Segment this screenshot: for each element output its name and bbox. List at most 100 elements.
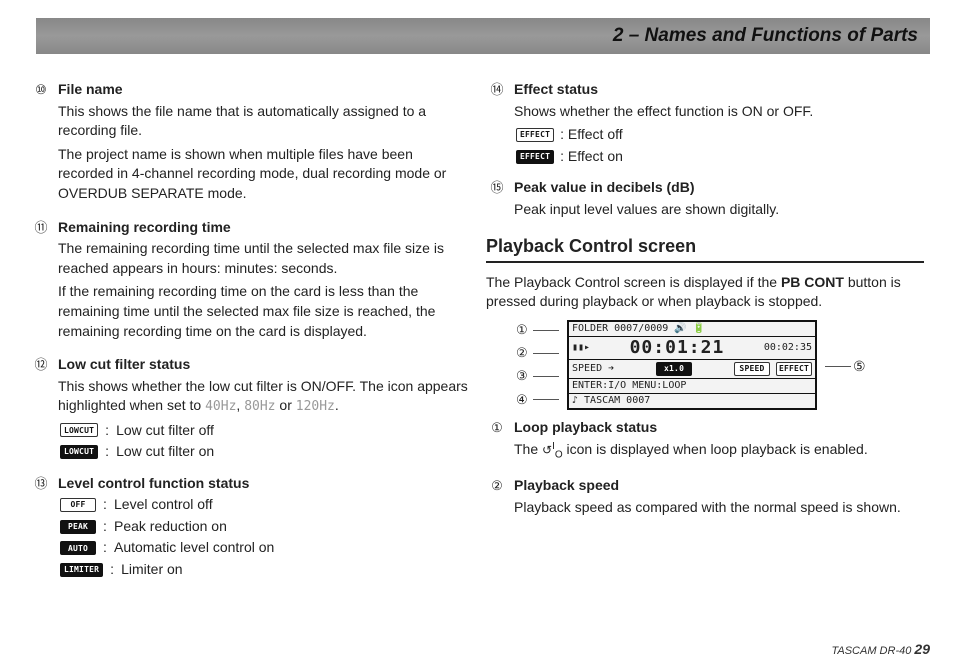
callout-marker: ① xyxy=(516,321,559,339)
item-marker: ⑮ xyxy=(486,179,508,223)
item-marker: ① xyxy=(486,419,508,466)
item-marker: ⑬ xyxy=(30,475,52,582)
item-body: Low cut filter status This shows whether… xyxy=(58,355,468,464)
list-item: ⑭ Effect status Shows whether the effect… xyxy=(486,80,924,168)
right-column: ⑭ Effect status Shows whether the effect… xyxy=(486,80,924,592)
lcd-row-filename: ♪ TASCAM 0007 xyxy=(569,394,815,408)
icon-line: OFF : Level control off xyxy=(60,495,468,515)
item-marker: ⑭ xyxy=(486,81,508,168)
item-title: Peak value in decibels (dB) xyxy=(514,178,924,198)
speed-value: x1.0 xyxy=(656,362,692,376)
callout-marker: ② xyxy=(516,344,559,362)
list-item: ② Playback speed Playback speed as compa… xyxy=(486,476,924,521)
item-marker: ② xyxy=(486,477,508,521)
lowcut-off-icon: LOWCUT xyxy=(60,423,98,437)
lcd-row-speed: SPEED ➔ x1.0 SPEED EFFECT xyxy=(569,360,815,379)
left-column: ⑩ File name This shows the file name tha… xyxy=(30,80,468,592)
item-body: Playback speed Playback speed as compare… xyxy=(514,476,924,521)
loop-icon: ↺IO xyxy=(542,443,563,457)
speed-label: SPEED ➔ xyxy=(572,364,614,374)
callout-marker: ④ xyxy=(516,391,559,409)
elapsed-time: 00:01:21 xyxy=(630,339,725,357)
item-para: Shows whether the effect function is ON … xyxy=(514,102,924,122)
item-body: File name This shows the file name that … xyxy=(58,80,468,208)
icon-line: EFFECT : Effect on xyxy=(516,147,924,167)
icon-line: LOWCUT : Low cut filter off xyxy=(60,421,468,441)
limiter-icon: LIMITER xyxy=(60,563,103,577)
list-item: ⑮ Peak value in decibels (dB) Peak input… xyxy=(486,178,924,223)
icon-line: AUTO : Automatic level control on xyxy=(60,538,468,558)
lcd-screen: FOLDER 0007/0009 🔊 🔋 ▮▮▸ 00:01:21 00:02:… xyxy=(567,320,817,410)
pb-cont-button-ref: PB CONT xyxy=(781,274,844,290)
header-bar: 2 – Names and Functions of Parts xyxy=(36,18,930,54)
item-body: Remaining recording time The remaining r… xyxy=(58,218,468,346)
freq-option: 80Hz xyxy=(244,399,275,414)
freq-option: 40Hz xyxy=(205,399,236,414)
speed-badge-icon: SPEED xyxy=(734,362,770,376)
page-number: 29 xyxy=(914,641,930,657)
item-para: The project name is shown when multiple … xyxy=(58,145,468,204)
item-marker: ⑪ xyxy=(30,219,52,346)
list-item: ⑫ Low cut filter status This shows wheth… xyxy=(30,355,468,464)
item-title: Remaining recording time xyxy=(58,218,468,238)
play-state-icon: ▮▮▸ xyxy=(572,343,590,353)
lcd-callouts-right: ⑤ xyxy=(825,353,868,376)
icon-text: Limiter on xyxy=(121,560,182,580)
item-body: Effect status Shows whether the effect f… xyxy=(514,80,924,168)
list-item: ① Loop playback status The ↺IO icon is d… xyxy=(486,418,924,466)
item-body: Level control function status OFF : Leve… xyxy=(58,474,468,582)
item-para: The ↺IO icon is displayed when loop play… xyxy=(514,440,924,462)
lcd-row-folder: FOLDER 0007/0009 🔊 🔋 xyxy=(569,322,815,337)
content-columns: ⑩ File name This shows the file name tha… xyxy=(30,18,924,592)
item-para: Playback speed as compared with the norm… xyxy=(514,498,924,518)
item-title: Effect status xyxy=(514,80,924,100)
lcd-callouts-left: ① ② ③ ④ xyxy=(516,321,559,409)
icon-line: PEAK : Peak reduction on xyxy=(60,517,468,537)
lcd-badges: SPEED EFFECT xyxy=(734,362,812,376)
icon-text: Low cut filter off xyxy=(116,421,214,441)
item-para: This shows the file name that is automat… xyxy=(58,102,468,141)
page-footer: TASCAM DR-40 29 xyxy=(831,641,930,657)
product-name: TASCAM DR-40 xyxy=(831,645,911,657)
item-title: Playback speed xyxy=(514,476,924,496)
icon-text: : Effect off xyxy=(560,125,623,145)
callout-marker: ⑤ xyxy=(825,357,868,377)
item-para: Peak input level values are shown digita… xyxy=(514,200,924,220)
icon-text: Level control off xyxy=(114,495,213,515)
section-heading: Playback Control screen xyxy=(486,234,924,263)
item-body: Peak value in decibels (dB) Peak input l… xyxy=(514,178,924,223)
item-para: If the remaining recording time on the c… xyxy=(58,282,468,341)
page: 2 – Names and Functions of Parts ⑩ File … xyxy=(0,0,954,671)
lcd-row-time: ▮▮▸ 00:01:21 00:02:35 xyxy=(569,337,815,360)
effect-on-icon: EFFECT xyxy=(516,150,554,164)
freq-option: 120Hz xyxy=(296,399,335,414)
item-title: Level control function status xyxy=(58,474,468,494)
item-title: File name xyxy=(58,80,468,100)
icon-text: Low cut filter on xyxy=(116,442,214,462)
list-item: ⑬ Level control function status OFF : Le… xyxy=(30,474,468,582)
lcd-row-hints: ENTER:I/O MENU:LOOP xyxy=(569,379,815,394)
effect-badge-icon: EFFECT xyxy=(776,362,812,376)
effect-off-icon: EFFECT xyxy=(516,128,554,142)
list-item: ⑩ File name This shows the file name tha… xyxy=(30,80,468,208)
lcd-diagram: ① ② ③ ④ FOLDER 0007/0009 🔊 🔋 ▮▮▸ 00:01:2… xyxy=(516,320,924,410)
item-para: The remaining recording time until the s… xyxy=(58,239,468,278)
icon-text: Peak reduction on xyxy=(114,517,227,537)
icon-line: LIMITER : Limiter on xyxy=(60,560,468,580)
list-item: ⑪ Remaining recording time The remaining… xyxy=(30,218,468,346)
chapter-title: 2 – Names and Functions of Parts xyxy=(613,25,918,47)
icon-line: EFFECT : Effect off xyxy=(516,125,924,145)
item-para: This shows whether the low cut filter is… xyxy=(58,377,468,417)
peak-reduction-icon: PEAK xyxy=(60,520,96,534)
callout-marker: ③ xyxy=(516,367,559,385)
lowcut-on-icon: LOWCUT xyxy=(60,445,98,459)
item-title: Loop playback status xyxy=(514,418,924,438)
item-title: Low cut filter status xyxy=(58,355,468,375)
auto-level-icon: AUTO xyxy=(60,541,96,555)
item-body: Loop playback status The ↺IO icon is dis… xyxy=(514,418,924,466)
icon-text: Automatic level control on xyxy=(114,538,274,558)
level-off-icon: OFF xyxy=(60,498,96,512)
item-marker: ⑫ xyxy=(30,356,52,464)
section-intro: The Playback Control screen is displayed… xyxy=(486,273,924,312)
icon-text: : Effect on xyxy=(560,147,623,167)
